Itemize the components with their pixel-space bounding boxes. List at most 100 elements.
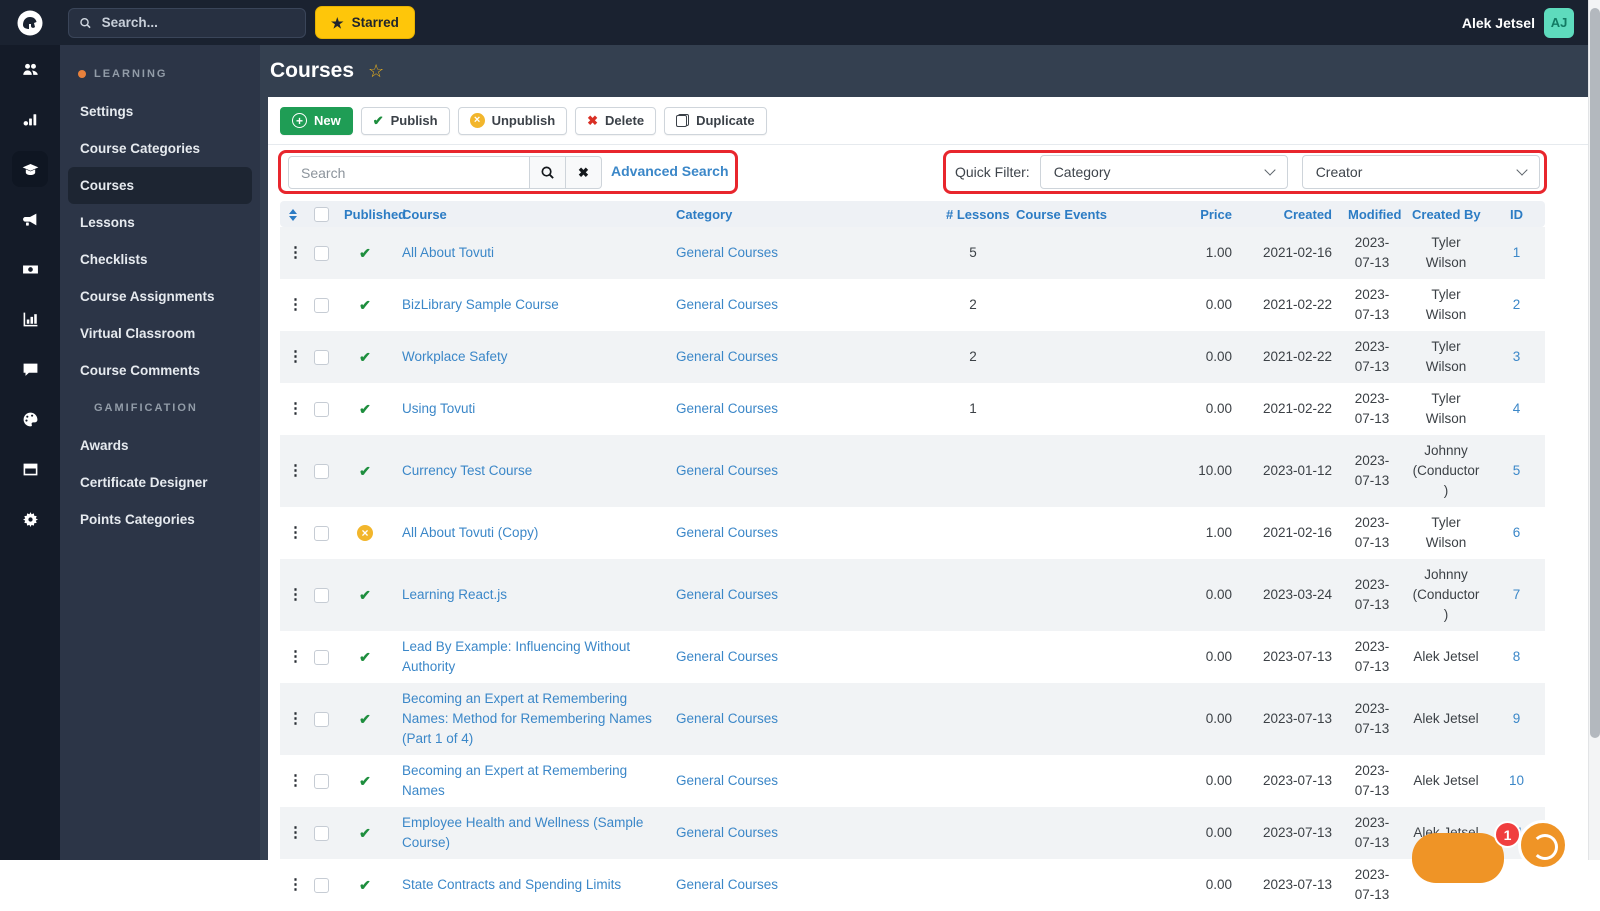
sidebar-item-settings[interactable]: Settings <box>68 93 252 130</box>
table-row[interactable]: ⋮ ✔ Currency Test Course General Courses… <box>280 435 1545 508</box>
row-checkbox[interactable] <box>314 774 329 789</box>
category-link[interactable]: General Courses <box>676 773 778 788</box>
help-widget-pill[interactable] <box>1412 833 1504 883</box>
sidebar-item-courses[interactable]: Courses <box>68 167 252 204</box>
tovuti-logo-icon[interactable] <box>15 7 47 39</box>
advanced-search-link[interactable]: Advanced Search <box>611 163 729 179</box>
people-icon[interactable] <box>12 51 48 87</box>
row-actions-kebab-icon[interactable]: ⋮ <box>288 524 303 541</box>
creator-filter-select[interactable]: Creator <box>1301 155 1540 189</box>
scrollbar-thumb[interactable] <box>1590 8 1600 738</box>
comments-chat-icon[interactable] <box>12 351 48 387</box>
course-link[interactable]: Becoming an Expert at Remembering Names <box>402 763 627 798</box>
table-row[interactable]: ⋮ ✔ Lead By Example: Influencing Without… <box>280 631 1545 683</box>
row-actions-kebab-icon[interactable]: ⋮ <box>288 648 303 665</box>
row-checkbox[interactable] <box>314 526 329 541</box>
theme-palette-icon[interactable] <box>12 401 48 437</box>
row-actions-kebab-icon[interactable]: ⋮ <box>288 348 303 365</box>
select-all-checkbox[interactable] <box>314 207 329 223</box>
media-icon[interactable] <box>12 251 48 287</box>
column-price[interactable]: Price <box>1140 201 1240 228</box>
category-link[interactable]: General Courses <box>676 525 778 540</box>
course-link[interactable]: Learning React.js <box>402 587 507 602</box>
course-link[interactable]: Using Tovuti <box>402 401 475 416</box>
duplicate-button[interactable]: Duplicate <box>664 106 767 135</box>
table-row[interactable]: ⋮ ✔ Employee Health and Wellness (Sample… <box>280 807 1545 860</box>
category-link[interactable]: General Courses <box>676 877 778 892</box>
row-actions-kebab-icon[interactable]: ⋮ <box>288 876 303 893</box>
row-actions-kebab-icon[interactable]: ⋮ <box>288 400 303 417</box>
row-actions-kebab-icon[interactable]: ⋮ <box>288 462 303 479</box>
column-lessons[interactable]: # Lessons <box>938 201 1010 228</box>
table-row[interactable]: ⋮ ✔ All About Tovuti General Courses 5 1… <box>280 227 1545 280</box>
row-checkbox[interactable] <box>314 402 329 417</box>
course-id-link[interactable]: 1 <box>1513 245 1521 260</box>
course-link[interactable]: Becoming an Expert at Remembering Names:… <box>402 691 652 746</box>
course-link[interactable]: Currency Test Course <box>402 463 532 478</box>
column-course[interactable]: Course <box>394 201 668 228</box>
sidebar-item-lessons[interactable]: Lessons <box>68 204 252 241</box>
table-row[interactable]: ⋮ ✔ Using Tovuti General Courses 1 0.00 … <box>280 383 1545 435</box>
column-id[interactable]: ID <box>1488 201 1545 228</box>
course-id-link[interactable]: 5 <box>1513 463 1521 478</box>
new-button[interactable]: + New <box>280 106 353 135</box>
courses-graduation-cap-icon[interactable] <box>12 151 48 187</box>
course-id-link[interactable]: 3 <box>1513 349 1521 364</box>
avatar[interactable]: AJ <box>1544 7 1574 38</box>
course-id-link[interactable]: 7 <box>1513 587 1521 602</box>
row-actions-kebab-icon[interactable]: ⋮ <box>288 296 303 313</box>
row-checkbox[interactable] <box>314 298 329 313</box>
starred-button[interactable]: ★ Starred <box>315 6 415 39</box>
course-link[interactable]: State Contracts and Spending Limits <box>402 877 621 892</box>
table-search-input[interactable] <box>288 156 530 189</box>
user-name[interactable]: Alek Jetsel <box>1462 15 1535 31</box>
table-row[interactable]: ⋮ ✔ Workplace Safety General Courses 2 0… <box>280 331 1545 384</box>
row-checkbox[interactable] <box>314 878 329 893</box>
course-link[interactable]: BizLibrary Sample Course <box>402 297 559 312</box>
reports-chart-icon[interactable] <box>12 301 48 337</box>
column-category[interactable]: Category <box>668 201 938 228</box>
row-actions-kebab-icon[interactable]: ⋮ <box>288 824 303 841</box>
sort-icon[interactable] <box>289 209 297 222</box>
category-link[interactable]: General Courses <box>676 401 778 416</box>
category-link[interactable]: General Courses <box>676 245 778 260</box>
delete-button[interactable]: ✖ Delete <box>575 106 657 135</box>
row-checkbox[interactable] <box>314 246 329 261</box>
column-published[interactable]: Published <box>336 201 406 228</box>
row-checkbox[interactable] <box>314 650 329 665</box>
help-widget-button[interactable] <box>1518 820 1568 870</box>
course-id-link[interactable]: 10 <box>1509 773 1524 788</box>
sidebar-item-certificate-designer[interactable]: Certificate Designer <box>68 464 252 501</box>
row-checkbox[interactable] <box>314 350 329 365</box>
sidebar-item-points-categories[interactable]: Points Categories <box>68 501 252 538</box>
course-id-link[interactable]: 4 <box>1513 401 1521 416</box>
search-clear-button[interactable]: ✖ <box>566 156 602 189</box>
category-link[interactable]: General Courses <box>676 649 778 664</box>
sidebar-item-course-categories[interactable]: Course Categories <box>68 130 252 167</box>
sidebar-item-course-assignments[interactable]: Course Assignments <box>68 278 252 315</box>
row-checkbox[interactable] <box>314 588 329 603</box>
category-link[interactable]: General Courses <box>676 825 778 840</box>
table-row[interactable]: ⋮ ✔ Becoming an Expert at Remembering Na… <box>280 683 1545 756</box>
analytics-icon[interactable] <box>12 101 48 137</box>
row-actions-kebab-icon[interactable]: ⋮ <box>288 772 303 789</box>
course-id-link[interactable]: 6 <box>1513 525 1521 540</box>
course-link[interactable]: All About Tovuti (Copy) <box>402 525 538 540</box>
course-link[interactable]: Lead By Example: Influencing Without Aut… <box>402 639 630 674</box>
category-link[interactable]: General Courses <box>676 463 778 478</box>
table-row[interactable]: ⋮ ✔ State Contracts and Spending Limits … <box>280 859 1545 911</box>
course-link[interactable]: Employee Health and Wellness (Sample Cou… <box>402 815 643 850</box>
table-row[interactable]: ⋮ ✔ Learning React.js General Courses 0.… <box>280 559 1545 632</box>
column-modified[interactable]: Modified <box>1340 201 1404 228</box>
row-checkbox[interactable] <box>314 826 329 841</box>
course-link[interactable]: Workplace Safety <box>402 349 508 364</box>
column-created[interactable]: Created <box>1240 201 1340 228</box>
sidebar-item-checklists[interactable]: Checklists <box>68 241 252 278</box>
megaphone-icon[interactable] <box>12 201 48 237</box>
global-search-input[interactable] <box>99 14 295 31</box>
pages-window-icon[interactable] <box>12 451 48 487</box>
category-link[interactable]: General Courses <box>676 711 778 726</box>
row-actions-kebab-icon[interactable]: ⋮ <box>288 710 303 727</box>
column-course-events[interactable]: Course Events <box>1008 201 1140 228</box>
sidebar-item-virtual-classroom[interactable]: Virtual Classroom <box>68 315 252 352</box>
